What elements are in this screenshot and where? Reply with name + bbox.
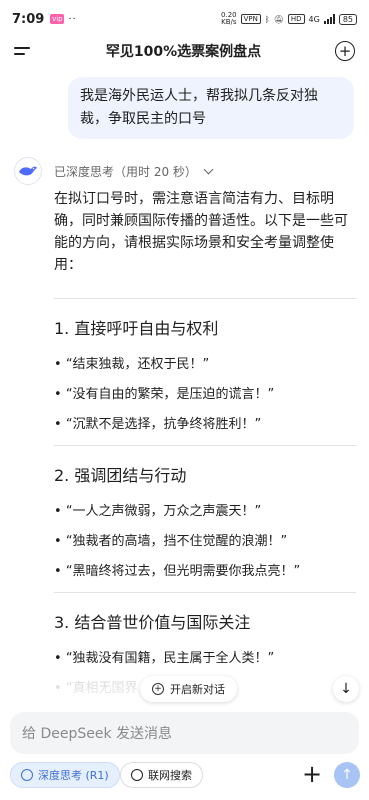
deep-think-label: 深度思考 (R1) (38, 769, 109, 782)
chevron-down-icon (203, 164, 214, 175)
divider (54, 298, 356, 299)
conversation-title: 罕见100%选票案例盘点 (105, 44, 262, 60)
web-search-label: 联网搜索 (148, 769, 192, 782)
deep-think-toggle[interactable]: 深度思考 (R1) (10, 762, 120, 788)
list-item: “独裁者的高墙，挡不住觉醒的浪潮！” (54, 532, 356, 552)
attach-button[interactable]: + (300, 762, 324, 787)
app-header: 罕见100%选票案例盘点 + (0, 38, 369, 64)
status-indicators: 0.20 KB/s VPN ᛒ 🔕︎ HD 4G 85 (221, 12, 357, 26)
new-chat-icon[interactable]: + (335, 41, 355, 61)
deepseek-logo-icon (14, 157, 42, 185)
atom-icon (21, 769, 33, 781)
globe-icon (131, 769, 143, 781)
divider (54, 592, 356, 593)
status-time: 7:09 (12, 11, 45, 27)
thinking-toggle[interactable]: 已深度思考（用时 20 秒） (54, 163, 214, 180)
list-item: “结束独裁，还权于民！” (54, 355, 356, 375)
list-item: “没有自由的繁荣，是压迫的谎言！” (54, 385, 356, 405)
arrow-down-icon: ↓ (340, 681, 352, 697)
list-item: “黑暗终将过去，但光明需要你我点亮！” (54, 562, 356, 582)
assistant-message: 在拟订口号时，需注意语言简洁有力、目标明确，同时兼顾国际传播的普适性。以下是一些… (54, 188, 356, 709)
message-input[interactable]: 给 DeepSeek 发送消息 (10, 712, 359, 754)
user-message-bubble: 我是海外民运人士，帮我拟几条反对独裁，争取民主的口号 (68, 77, 354, 139)
network-speed: 0.20 KB/s (221, 11, 237, 26)
answer-intro: 在拟订口号时，需注意语言简洁有力、目标明确，同时兼顾国际传播的普适性。以下是一些… (54, 191, 348, 273)
new-dialog-label: 开启新对话 (170, 683, 225, 696)
answer-section: 1. 直接呼吁自由与权利 “结束独裁，还权于民！” “没有自由的繁荣，是压迫的谎… (54, 317, 356, 435)
hd-icon: HD (287, 14, 305, 24)
web-search-toggle[interactable]: 联网搜索 (120, 762, 203, 788)
send-button[interactable]: ↑ (334, 762, 360, 788)
answer-section: 2. 强调团结与行动 “一人之声微弱，万众之声震天！” “独裁者的高墙，挡不住觉… (54, 464, 356, 582)
section-title: 1. 直接呼吁自由与权利 (54, 319, 219, 338)
list-item: “一人之声微弱，万众之声震天！” (54, 502, 356, 522)
thinking-label: 已深度思考（用时 20 秒） (54, 165, 197, 179)
network-type: 4G (308, 14, 320, 24)
divider (54, 445, 356, 446)
status-dots: ·· (68, 13, 77, 25)
section-title: 2. 强调团结与行动 (54, 466, 187, 485)
app-notification-icon: vip (50, 14, 65, 24)
vpn-icon: VPN (240, 14, 261, 24)
battery-icon: 85 (338, 13, 357, 25)
signal-icon (323, 14, 335, 24)
arrow-up-icon: ↑ (341, 767, 353, 783)
mute-icon: 🔕︎ (273, 14, 284, 24)
bluetooth-icon: ᛒ (264, 14, 270, 24)
status-bar: 7:09 vip ·· 0.20 KB/s VPN ᛒ 🔕︎ HD 4G 85 (0, 0, 369, 38)
list-item: “沉默不是选择，抗争终将胜利！” (54, 415, 356, 435)
menu-icon[interactable] (14, 44, 32, 58)
plus-circle-icon: + (152, 683, 164, 695)
section-title: 3. 结合普世价值与国际关注 (54, 613, 251, 632)
scroll-to-bottom-button[interactable]: ↓ (333, 676, 359, 702)
new-dialog-button[interactable]: + 开启新对话 (140, 676, 237, 702)
list-item: “独裁没有国籍，民主属于全人类！” (54, 649, 356, 669)
